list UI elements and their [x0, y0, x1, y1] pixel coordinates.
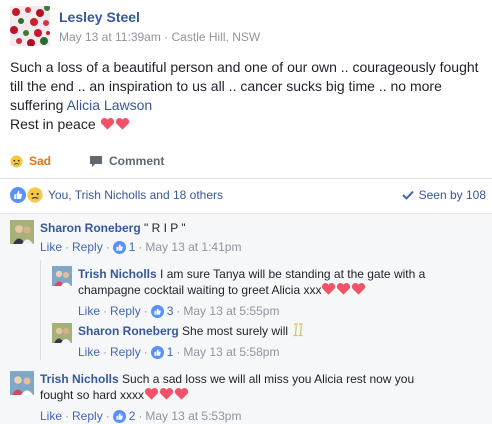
heart-emoji-icon [100, 117, 115, 136]
comment-like-link[interactable]: Like [40, 239, 62, 255]
separator: · [138, 240, 143, 254]
separator: · [65, 240, 70, 254]
tagged-person-link[interactable]: Alicia Lawson [67, 97, 153, 113]
separator: · [176, 345, 181, 359]
post-author-name[interactable]: Lesley Steel [59, 8, 260, 26]
like-count-icon [112, 409, 126, 423]
heart-emoji-icon [115, 117, 130, 136]
post-action-bar: Sad Comment [10, 152, 202, 170]
comment-reply-link[interactable]: Reply [72, 239, 103, 255]
comment-text: Sharon Roneberg " R I P " [40, 220, 241, 236]
reactions-summary-bar: You, Trish Nicholls and 18 others Seen b… [10, 186, 486, 204]
meta-separator: · [160, 30, 172, 44]
comment-text: Trish Nicholls Such a sad loss we will a… [40, 371, 440, 405]
comment-like-count[interactable]: 1 [167, 344, 174, 360]
comment-timestamp[interactable]: May 13 at 5:55pm [183, 303, 279, 319]
commenter-avatar[interactable] [10, 220, 34, 244]
post-timestamp[interactable]: May 13 at 11:39am [59, 30, 161, 44]
comment-actions: Like · Reply · 3 · May 13 at 5:55pm [78, 303, 458, 319]
comment-like-link[interactable]: Like [78, 303, 100, 319]
roses-avatar-image [10, 6, 50, 46]
separator: · [138, 409, 143, 423]
commenter-avatar[interactable] [52, 323, 72, 343]
commenter-name[interactable]: Sharon Roneberg [78, 324, 179, 338]
author-avatar[interactable] [10, 6, 50, 46]
sad-reaction-icon [27, 187, 43, 203]
comment-bubble-icon [90, 155, 103, 167]
sad-label: Sad [29, 154, 52, 168]
separator: · [143, 345, 148, 359]
comment-like-count[interactable]: 2 [129, 408, 136, 424]
champagne-emoji-icon [291, 323, 305, 341]
post-meta: May 13 at 11:39am · Castle Hill, NSW [59, 29, 260, 45]
commenter-avatar[interactable] [10, 371, 34, 395]
comment-actions: Like · Reply · 1 · May 13 at 5:58pm [78, 344, 305, 360]
comment-reply-link[interactable]: Reply [72, 408, 103, 424]
heart-emoji-icon [351, 282, 366, 300]
heart-emoji-icon [159, 387, 174, 405]
comment-like-link[interactable]: Like [40, 408, 62, 424]
commenter-name[interactable]: Trish Nicholls [40, 372, 119, 386]
post-location[interactable]: Castle Hill, NSW [172, 30, 261, 44]
like-count-icon [150, 345, 164, 359]
comment-like-count[interactable]: 3 [167, 303, 174, 319]
comment-body: She most surely will [178, 324, 289, 338]
comment-timestamp[interactable]: May 13 at 1:41pm [145, 239, 241, 255]
like-count-icon [150, 304, 164, 318]
comment-label: Comment [109, 154, 165, 168]
comment-text: Sharon Roneberg She most surely will [78, 323, 305, 341]
seen-by-text: Seen by 108 [418, 188, 486, 202]
like-count-icon [112, 240, 126, 254]
heart-emoji-icon [144, 387, 159, 405]
comment-timestamp[interactable]: May 13 at 5:53pm [145, 408, 241, 424]
post-body: Such a loss of a beautiful person and on… [10, 58, 484, 136]
heart-emoji-icon [321, 282, 336, 300]
reactions-summary[interactable]: You, Trish Nicholls and 18 others [10, 187, 223, 203]
checkmark-icon [401, 190, 414, 200]
comment-reply-item: Trish Nicholls I am sure Tanya will be s… [52, 266, 482, 319]
post-header: Lesley Steel May 13 at 11:39am · Castle … [10, 6, 260, 46]
commenter-avatar[interactable] [52, 266, 72, 286]
comment-body: " R I P " [140, 221, 186, 235]
comment-like-link[interactable]: Like [78, 344, 100, 360]
comment-reply-link[interactable]: Reply [110, 344, 141, 360]
separator: · [103, 345, 108, 359]
comment-button[interactable]: Comment [89, 154, 164, 168]
comment-timestamp[interactable]: May 13 at 5:58pm [183, 344, 279, 360]
sad-face-icon [10, 154, 23, 168]
comment-item: Trish Nicholls Such a sad loss we will a… [10, 371, 480, 424]
divider [0, 178, 492, 179]
separator: · [103, 304, 108, 318]
reactions-summary-text: You, Trish Nicholls and 18 others [48, 188, 223, 202]
separator: · [105, 240, 110, 254]
comment-reply-link[interactable]: Reply [110, 303, 141, 319]
heart-emoji-icon [336, 282, 351, 300]
commenter-name[interactable]: Sharon Roneberg [40, 221, 141, 235]
sad-reaction-button[interactable]: Sad [10, 154, 51, 168]
comment-actions: Like · Reply · 2 · May 13 at 5:53pm [40, 408, 440, 424]
comment-like-count[interactable]: 1 [129, 239, 136, 255]
commenter-name[interactable]: Trish Nicholls [78, 267, 157, 281]
comment-item: Sharon Roneberg " R I P " Like · Reply ·… [10, 220, 480, 255]
heart-emoji-icon [174, 387, 189, 405]
separator: · [105, 409, 110, 423]
comment-reply-item: Sharon Roneberg She most surely will Lik… [52, 323, 482, 360]
comment-actions: Like · Reply · 1 · May 13 at 1:41pm [40, 239, 241, 255]
separator: · [176, 304, 181, 318]
separator: · [65, 409, 70, 423]
seen-by-indicator[interactable]: Seen by 108 [401, 188, 486, 202]
post-closing-text: Rest in peace [10, 116, 96, 132]
reply-thread-line [40, 260, 41, 360]
comment-text: Trish Nicholls I am sure Tanya will be s… [78, 266, 458, 300]
like-reaction-icon [10, 187, 26, 203]
separator: · [143, 304, 148, 318]
